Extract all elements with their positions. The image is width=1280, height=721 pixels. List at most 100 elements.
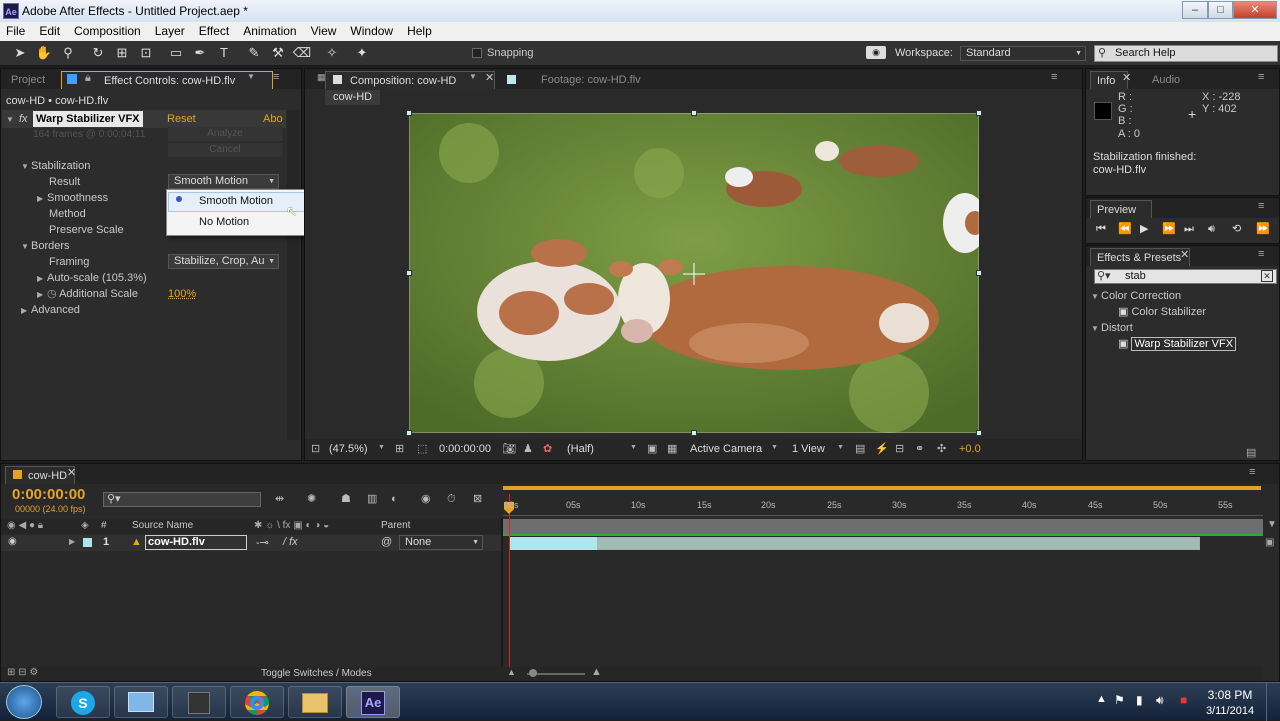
zoom-out-timeline-icon[interactable]: ▲ <box>507 667 516 677</box>
viewer-timecode[interactable]: 0:00:00:00 <box>439 443 491 455</box>
layer-fx-switch-icon[interactable]: / fx <box>283 536 298 548</box>
comp-button-icon[interactable]: ▣ <box>1265 537 1274 548</box>
show-channel-icon[interactable]: ✿ <box>543 442 552 456</box>
draft-3d-icon[interactable]: ✺ <box>307 492 316 506</box>
pickwhip-icon[interactable]: @ <box>381 536 392 548</box>
title-action-safe-icon[interactable]: ⊞ <box>395 442 404 456</box>
panel-menu-icon[interactable]: ≡ <box>273 71 279 83</box>
tray-network-icon[interactable]: ▮ <box>1136 693 1143 707</box>
motion-blur-icon[interactable]: ◐ <box>391 492 398 506</box>
timeline-timecode[interactable]: 0:00:00:00 <box>12 486 85 503</box>
ram-preview-icon[interactable]: ⏩ <box>1256 222 1270 236</box>
last-frame-icon[interactable]: ⏭ <box>1184 222 1194 236</box>
graph-editor-icon[interactable]: ◉ <box>421 492 431 506</box>
first-frame-icon[interactable]: ⏮ <box>1096 222 1106 236</box>
comp-panel-menu-icon[interactable]: ≡ <box>1051 71 1057 83</box>
color-correction-triangle[interactable]: ▼ <box>1091 289 1101 305</box>
workspace-dropdown[interactable]: Standard <box>960 46 1086 61</box>
handle-top-center[interactable] <box>691 110 697 116</box>
loop-icon[interactable]: ⟲ <box>1232 222 1241 236</box>
tab-footage[interactable]: Footage: cow-HD.flv <box>535 71 647 89</box>
comp-mini-flowchart-icon[interactable]: ⇹ <box>275 492 284 506</box>
type-tool-icon[interactable]: T <box>214 44 234 62</box>
tray-flag-icon[interactable]: ⚑ <box>1114 693 1125 707</box>
option-no-motion[interactable]: No Motion <box>199 216 249 228</box>
tray-alert-icon[interactable]: ■ <box>1180 693 1187 707</box>
additional-scale-triangle[interactable]: ▶ <box>37 287 47 303</box>
skype-taskbar-icon[interactable]: S <box>56 686 110 718</box>
header-parent[interactable]: Parent <box>381 520 410 531</box>
layer-row[interactable]: ◉ ▶ 1 ▲ cow-HD.flv -⊸ / fx @ None <box>1 535 501 551</box>
transparency-grid-icon[interactable]: ▦ <box>667 442 677 456</box>
menu-edit[interactable]: Edit <box>39 22 60 41</box>
close-effects-tab-icon[interactable]: ✕ <box>1180 248 1189 261</box>
handle-bottom-right[interactable] <box>976 430 982 436</box>
play-icon[interactable]: ▶ <box>1140 222 1148 236</box>
effect-warp-stabilizer[interactable]: Warp Stabilizer VFX <box>1131 337 1237 351</box>
views-dropdown-arrow-icon[interactable]: ▼ <box>837 444 844 451</box>
zoom-dropdown[interactable]: (47.5%) <box>329 443 368 455</box>
category-color-correction[interactable]: Color Correction <box>1101 290 1181 302</box>
snapping-checkbox[interactable] <box>472 48 482 58</box>
menu-layer[interactable]: Layer <box>155 22 185 41</box>
resolution-dropdown[interactable]: (Half) <box>567 443 594 455</box>
zoom-in-timeline-icon[interactable]: ▲ <box>591 666 602 678</box>
rotation-tool-icon[interactable]: ↻ <box>88 44 108 62</box>
effect-color-stabilizer[interactable]: Color Stabilizer <box>1131 306 1206 318</box>
always-preview-icon[interactable]: ⊡ <box>311 442 320 456</box>
frame-blending-icon[interactable]: ▥ <box>367 492 377 506</box>
menu-animation[interactable]: Animation <box>243 22 296 41</box>
stopwatch-icon[interactable]: ◷ <box>47 288 59 300</box>
clock-time[interactable]: 3:08 PM <box>1206 688 1254 702</box>
option-smooth-motion[interactable]: Smooth Motion <box>199 195 273 207</box>
camera-dropdown-arrow-icon[interactable]: ▼ <box>771 444 778 451</box>
brush-tool-icon[interactable]: ✎ <box>244 44 264 62</box>
explorer-taskbar-icon[interactable] <box>288 686 342 718</box>
reset-exposure-icon[interactable]: ✣ <box>937 442 946 456</box>
tab-dropdown-icon[interactable]: ▼ <box>247 72 255 81</box>
after-effects-taskbar-icon[interactable]: Ae <box>346 686 400 718</box>
handle-top-right[interactable] <box>976 110 982 116</box>
comp-chip[interactable]: cow-HD <box>325 90 381 105</box>
rectangle-tool-icon[interactable]: ▭ <box>166 44 186 62</box>
visibility-eye-icon[interactable]: ◉ <box>8 536 17 547</box>
handle-top-left[interactable] <box>406 110 412 116</box>
borders-triangle[interactable]: ▼ <box>21 239 31 255</box>
stabilization-triangle[interactable]: ▼ <box>21 159 31 175</box>
timeline-search-input[interactable]: ⚲▾ <box>103 492 261 507</box>
about-link[interactable]: Abo <box>263 111 283 127</box>
control-panel-taskbar-icon[interactable] <box>114 686 168 718</box>
pan-behind-tool-icon[interactable]: ⊡ <box>136 44 156 62</box>
framing-dropdown[interactable]: Stabilize, Crop, Au <box>168 254 279 269</box>
views-dropdown[interactable]: 1 View <box>792 443 825 455</box>
timeline-scroll-end-icon[interactable]: ▼ <box>1267 519 1277 530</box>
fast-previews-icon[interactable]: ⚡ <box>875 442 889 456</box>
zoom-dropdown-arrow-icon[interactable]: ▼ <box>378 444 385 451</box>
tab-preview[interactable]: Preview <box>1090 200 1152 218</box>
timeline-icon[interactable]: ⊟ <box>895 442 904 456</box>
smoothness-triangle[interactable]: ▶ <box>37 191 47 207</box>
playhead-line[interactable] <box>509 494 510 668</box>
tab-effect-controls[interactable]: Effect Controls: cow-HD.flv <box>61 71 273 89</box>
layer-expand-triangle[interactable]: ▶ <box>69 537 75 546</box>
tray-volume-icon[interactable]: 🔊︎ <box>1156 693 1164 708</box>
autoscale-triangle[interactable]: ▶ <box>37 271 47 287</box>
region-of-interest-icon[interactable]: ▣ <box>647 442 657 456</box>
tab-audio[interactable]: Audio <box>1146 71 1186 89</box>
mute-audio-icon[interactable]: 🔊︎ <box>1208 222 1215 236</box>
snapshot-icon[interactable]: 📷︎ <box>502 442 516 456</box>
flowchart-icon[interactable]: ⚭ <box>915 442 924 456</box>
layer-name[interactable]: cow-HD.flv <box>145 535 247 550</box>
close-info-tab-icon[interactable]: ✕ <box>1122 71 1131 84</box>
eraser-tool-icon[interactable]: ⌫ <box>292 44 312 62</box>
advanced-triangle[interactable]: ▶ <box>21 303 31 319</box>
category-distort[interactable]: Distort <box>1101 322 1133 334</box>
layer-switch-icon[interactable]: -⊸ <box>256 536 269 549</box>
maximize-button[interactable]: □ <box>1208 1 1233 19</box>
clear-search-icon[interactable]: ✕ <box>1261 270 1273 282</box>
clone-stamp-tool-icon[interactable]: ⚒ <box>268 44 288 62</box>
toggle-mask-icon[interactable]: ⬚ <box>417 442 427 456</box>
menu-effect[interactable]: Effect <box>199 22 229 41</box>
work-area-bar[interactable] <box>503 486 1261 490</box>
selection-tool-icon[interactable]: ➤ <box>10 44 30 62</box>
